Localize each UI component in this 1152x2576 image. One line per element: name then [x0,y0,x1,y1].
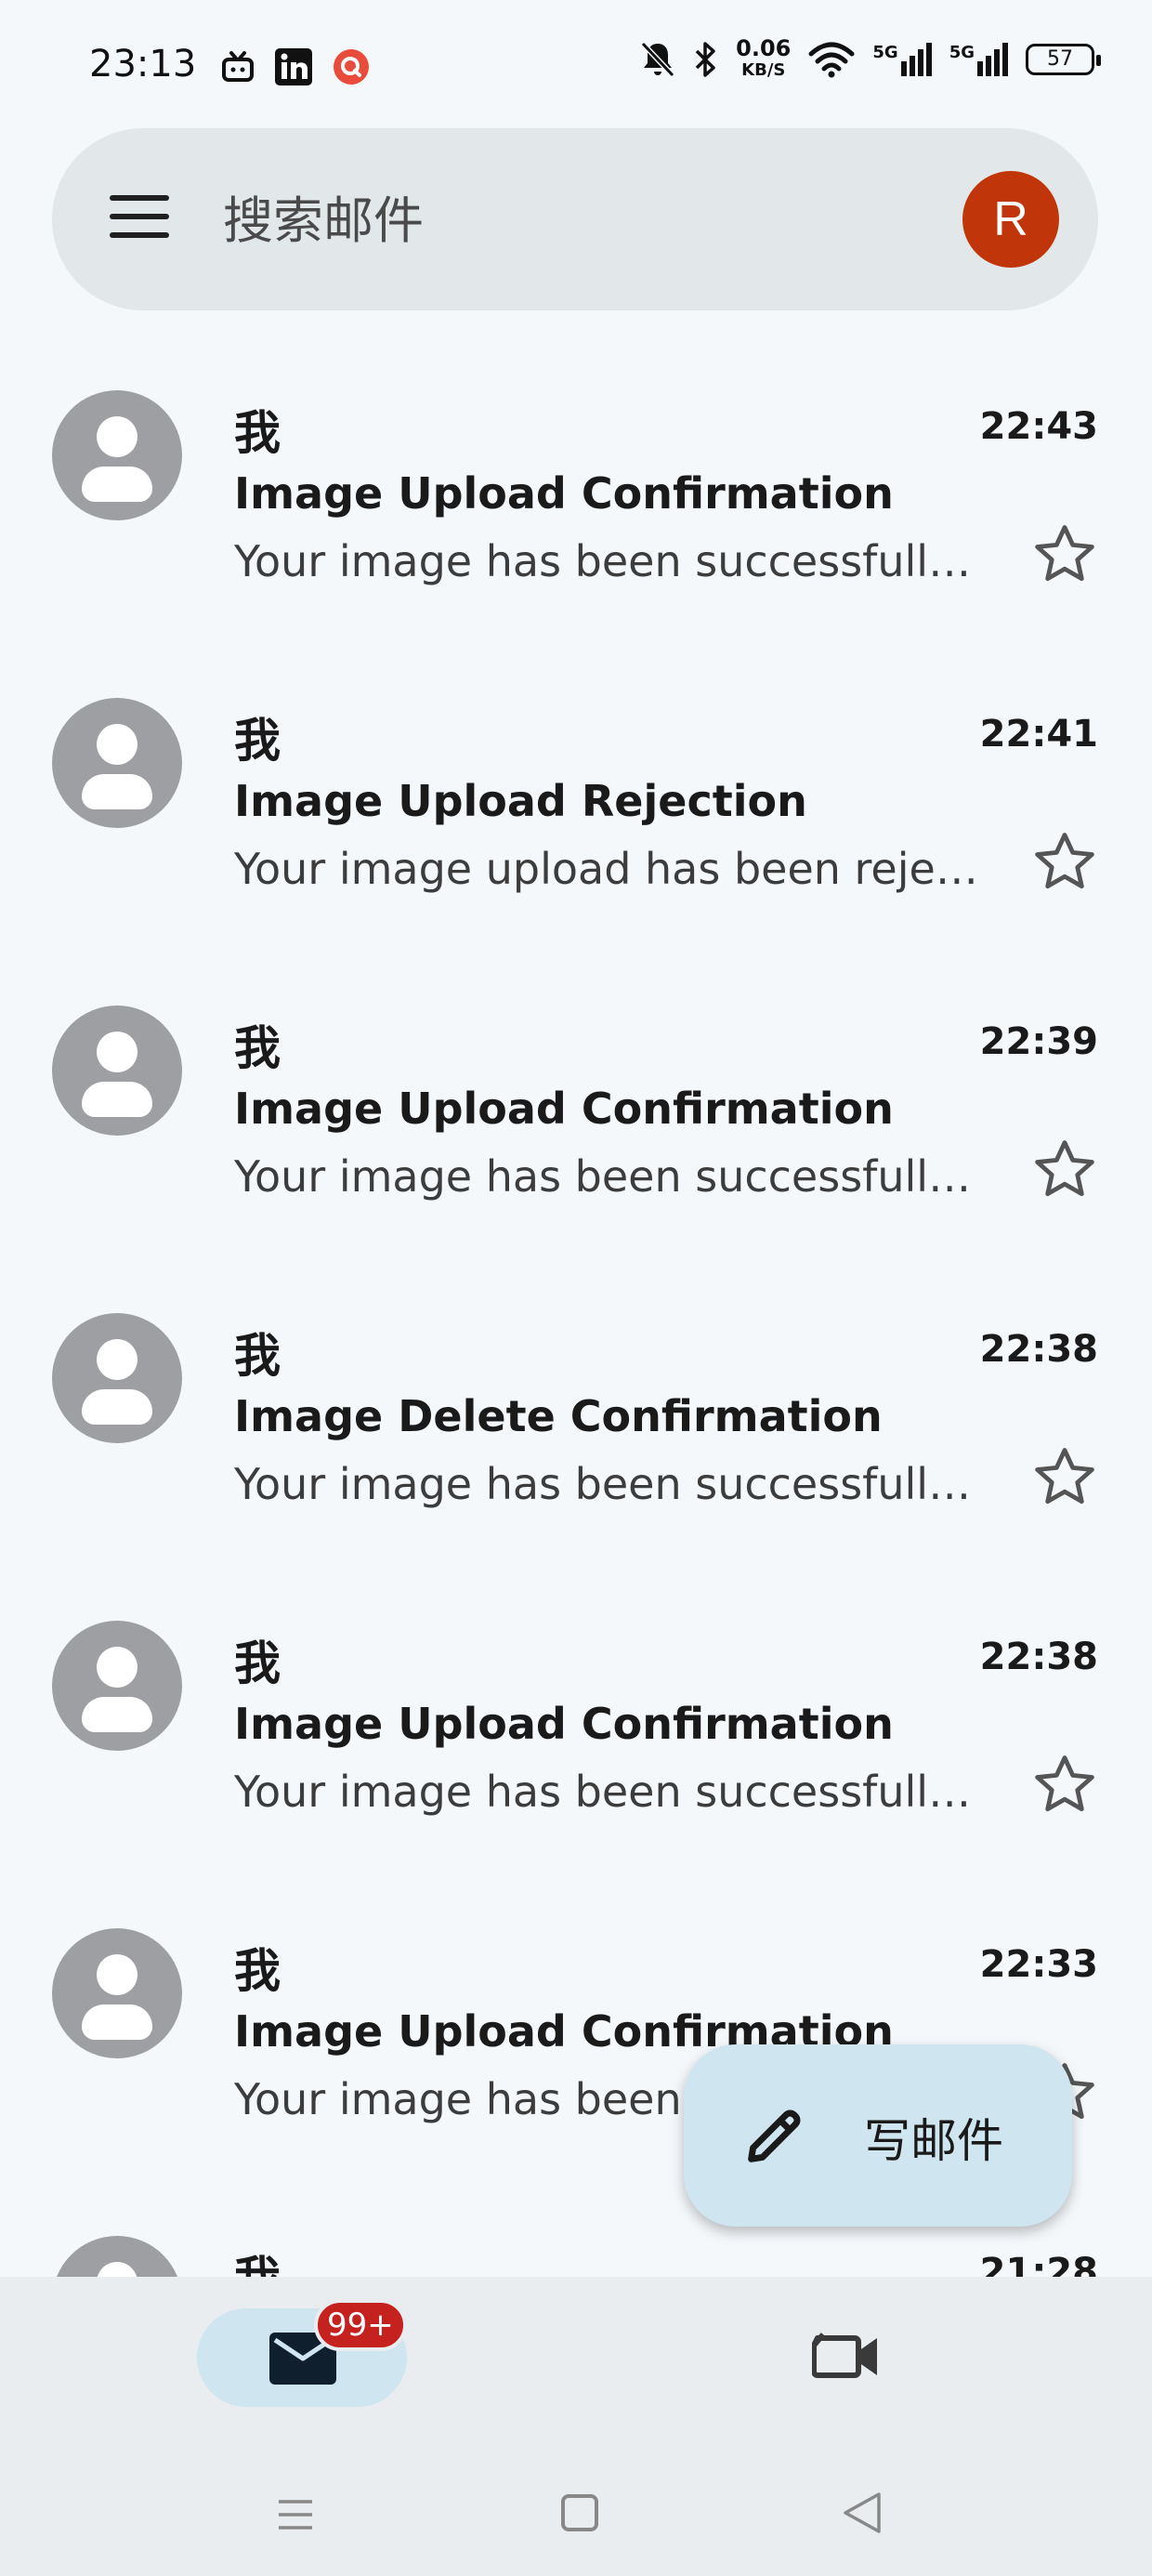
signal-1: 5G [872,43,932,76]
status-time: 23:13 [89,43,197,85]
sender-avatar[interactable] [52,390,182,520]
sender-avatar[interactable] [52,698,182,828]
search-bar[interactable]: R [52,128,1098,310]
search-input[interactable] [221,180,894,260]
speed-value: 0.06 [736,35,792,61]
status-bar: 23:13 0.06 KB/S 5G 5G 57 [0,0,1152,130]
signal-bars-icon [900,43,932,76]
mail-snippet: Your image has been successfully... [234,1151,985,1202]
mail-badge: 99+ [314,2299,407,2351]
list-item[interactable]: 我 22:38 Image Upload Confirmation Your i… [0,1584,1152,1891]
mail-sender: 我 [234,1636,281,1690]
network-speed: 0.06 KB/S [736,37,791,82]
signal-1-label: 5G [872,43,898,62]
mail-sender: 我 [234,1021,281,1075]
mail-subject: Image Delete Confirmation [234,1391,883,1441]
mail-subject: Image Upload Confirmation [234,1699,894,1749]
mail-list[interactable]: 我 22:43 Image Upload Confirmation Your i… [0,353,1152,2277]
star-icon[interactable] [1031,1751,1098,1818]
notification-dot-icon [334,49,369,85]
bluetooth-icon [695,42,715,77]
menu-button[interactable] [110,195,169,243]
sender-avatar[interactable] [52,1621,182,1751]
mail-time: 21:28 [979,2251,1098,2277]
back-triangle-icon[interactable] [842,2491,883,2535]
status-left-icons [221,48,370,85]
sender-avatar[interactable] [52,2236,182,2277]
pencil-icon [748,2109,801,2162]
mail-snippet: Your image has been successfully... [234,1767,985,1817]
hamburger-icon [110,195,169,201]
mail-time: 22:38 [979,1636,1098,1678]
star-icon[interactable] [1031,1443,1098,1510]
sender-avatar[interactable] [52,1928,182,2058]
mute-icon [640,41,675,78]
list-item[interactable]: 我 22:41 Image Upload Rejection Your imag… [0,661,1152,968]
linkedin-icon [275,48,312,85]
home-button[interactable] [561,2494,598,2531]
speed-unit: KB/S [741,60,786,80]
account-avatar[interactable]: R [962,171,1059,268]
mail-sender: 我 [234,1944,281,1998]
mail-subject: Image Upload Confirmation [234,468,894,519]
sender-avatar[interactable] [52,1005,182,1136]
signal-bars-icon [977,43,1008,76]
tv-icon [222,51,254,82]
list-item[interactable]: 我 22:39 Image Upload Confirmation Your i… [0,968,1152,1276]
mail-time: 22:43 [979,405,1098,448]
star-icon[interactable] [1031,828,1098,895]
bottom-nav: 99+ [0,2277,1152,2576]
mail-sender: 我 [234,1329,281,1383]
sender-avatar[interactable] [52,1313,182,1443]
mail-snippet: Your image has been successfully... [234,1459,985,1509]
list-item[interactable]: 我 22:43 Image Upload Confirmation Your i… [0,353,1152,661]
mail-time: 22:41 [979,713,1098,756]
mail-subject: Image Upload Confirmation [234,1084,894,1134]
star-icon[interactable] [1031,520,1098,587]
signal-2-label: 5G [949,43,975,62]
mail-sender: 我 [234,406,281,460]
recent-apps-icon[interactable] [275,2494,316,2535]
video-camera-icon[interactable] [812,2329,883,2385]
star-icon[interactable] [1031,1136,1098,1203]
mail-sender: 我 [234,2241,281,2277]
mail-snippet: Your image upload has been reject... [234,844,985,894]
signal-2: 5G [949,43,1009,76]
wifi-icon [808,42,855,78]
mail-subject: Image Upload Rejection [234,776,807,826]
status-right-icons: 0.06 KB/S 5G 5G 57 [639,37,1101,82]
mail-sender: 我 [234,714,281,768]
battery-indicator: 57 [1026,44,1101,75]
mail-time: 22:33 [979,1943,1098,1986]
mail-snippet: Your image has been successfully... [234,536,985,586]
compose-button[interactable]: 写邮件 [684,2044,1072,2227]
system-navigation [0,2474,1152,2567]
compose-label: 写邮件 [864,2114,1003,2168]
list-item[interactable]: 我 22:38 Image Delete Confirmation Your i… [0,1276,1152,1584]
mail-time: 22:38 [979,1328,1098,1371]
mail-time: 22:39 [979,1020,1098,1063]
